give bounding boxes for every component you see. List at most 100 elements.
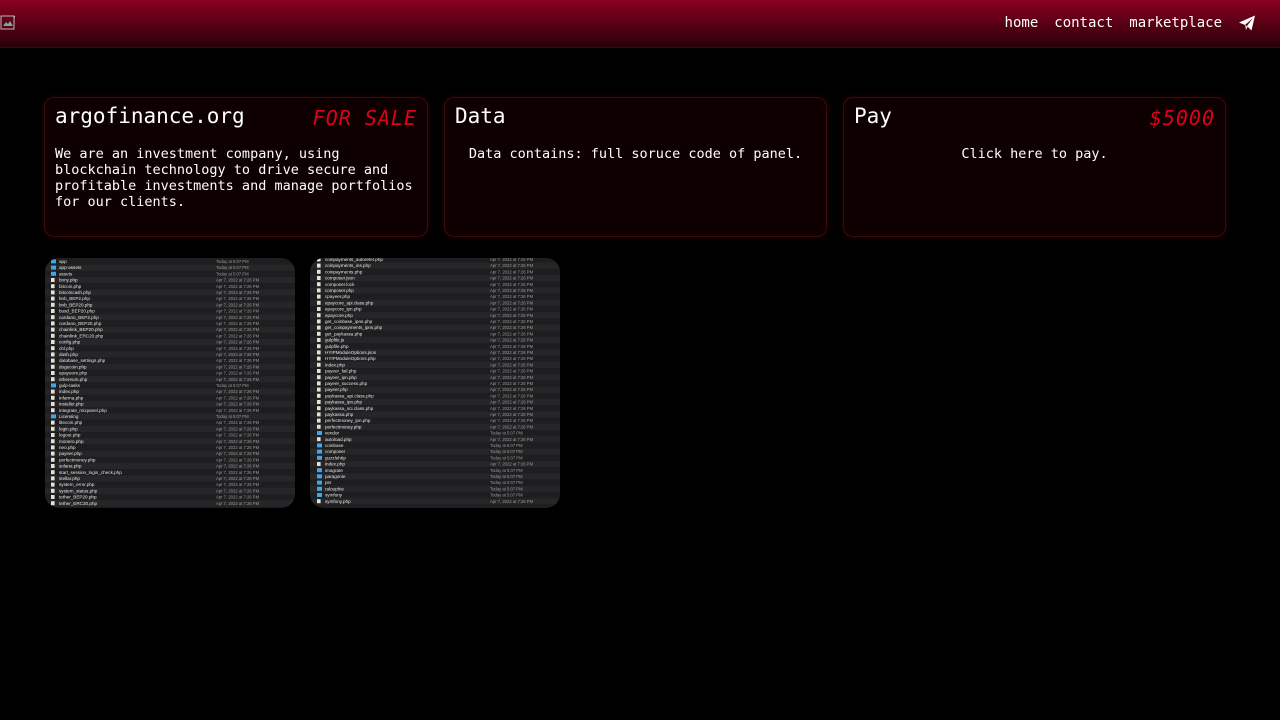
nav-link-home[interactable]: home — [1005, 15, 1039, 31]
folder-icon — [51, 271, 56, 276]
file-name: gulpfile.php — [325, 344, 349, 349]
file-name: stellar.php — [59, 476, 80, 481]
file-row: index.php Apr 7, 2022 at 7:26 PM — [45, 388, 295, 395]
folder-icon — [317, 455, 322, 460]
file-date: Apr 7, 2022 at 7:26 PM — [216, 488, 260, 493]
file-icon — [317, 338, 321, 342]
file-date: Apr 7, 2022 at 7:26 PM — [490, 418, 534, 423]
file-row: bitcoin.php Apr 7, 2022 at 7:26 PM — [45, 283, 295, 290]
file-date: Today at 5:07 PM — [490, 480, 523, 485]
listing-title: argofinance.org — [55, 104, 245, 128]
file-row: payeer.php Apr 7, 2022 at 7:26 PM — [45, 450, 295, 457]
file-icon — [317, 462, 321, 466]
file-icon — [51, 457, 55, 462]
file-date: Today at 5:07 PM — [490, 443, 523, 448]
file-icon — [317, 263, 321, 268]
file-name: bitcoincash.php — [59, 290, 91, 295]
file-name: vendor — [325, 431, 340, 436]
file-name: get_paykassa.php — [325, 331, 363, 336]
file-row: HYIPModuleOptions.json Apr 7, 2022 at 7:2… — [310, 349, 560, 356]
file-name: cardano_BEP20.php — [59, 321, 102, 326]
file-name: composer — [325, 449, 346, 454]
file-name: payeer.php — [325, 387, 348, 392]
file-date: Apr 7, 2022 at 7:26 PM — [490, 400, 534, 405]
file-row: coinpayments.php Apr 7, 2022 at 7:26 PM — [310, 268, 560, 275]
file-date: Today at 5:07 PM — [216, 265, 249, 270]
file-list-screenshot-2[interactable]: coinpayments_autorefer.php Apr 7, 2022 at… — [310, 258, 560, 508]
file-name: ethereum.php — [59, 377, 88, 382]
nav-link-marketplace[interactable]: marketplace — [1129, 15, 1222, 31]
file-name: logout.php — [59, 433, 81, 438]
pay-link[interactable]: Click here to pay. — [854, 146, 1215, 162]
file-date: Apr 7, 2022 at 7:26 PM — [490, 307, 534, 312]
file-row: payeer_fail.php Apr 7, 2022 at 7:26 PM — [310, 368, 560, 375]
file-row: app Today at 5:07 PM — [45, 258, 295, 265]
file-name: paykassa_api.class.php — [325, 393, 374, 398]
file-name: epaycore_ipn.php — [325, 307, 362, 312]
file-icon — [317, 325, 321, 330]
paper-plane-icon[interactable] — [1238, 14, 1256, 32]
file-icon — [317, 369, 321, 373]
file-name: symfony — [325, 493, 343, 498]
file-date: Apr 7, 2022 at 7:26 PM — [216, 296, 260, 301]
file-icon — [317, 387, 321, 392]
file-row: guzzlehttp Today at 5:07 PM — [310, 454, 560, 461]
file-date: Today at 5:07 PM — [490, 431, 523, 436]
file-row: coinpayments_ins.php Apr 7, 2022 at 7:26 … — [310, 262, 560, 269]
file-name: bnny.php — [59, 278, 78, 283]
file-name: paykassa_sci.class.php — [325, 406, 374, 411]
file-name: epaycore_api.class.php — [325, 300, 374, 305]
file-icon — [51, 302, 55, 307]
file-icon — [317, 393, 321, 398]
file-list-screenshot-1[interactable]: app Today at 5:07 PM app-assets Today at 5:… — [45, 258, 295, 508]
file-date: Apr 7, 2022 at 7:26 PM — [216, 377, 260, 382]
file-name: paykassa.php — [325, 412, 354, 417]
folder-icon — [317, 443, 322, 448]
file-list-2: coinpayments_autorefer.php Apr 7, 2022 at… — [310, 258, 560, 505]
file-name: epayeore.php — [59, 371, 88, 376]
broken-logo-image-icon[interactable] — [0, 15, 16, 31]
file-name: coinbase — [325, 443, 344, 448]
file-name: busd_BEP20.php — [59, 309, 95, 314]
file-name: paragonie — [325, 474, 346, 479]
file-row: config.php Apr 7, 2022 at 7:26 PM — [45, 339, 295, 346]
file-name: bitcoin.php — [59, 284, 82, 289]
file-date: Apr 7, 2022 at 7:26 PM — [490, 263, 534, 268]
file-name: gulpfile.js — [325, 338, 345, 343]
file-row: epaycore_api.class.php Apr 7, 2022 at 7:2… — [310, 299, 560, 306]
file-date: Today at 5:07 PM — [216, 259, 249, 264]
file-icon — [317, 406, 321, 411]
file-row: payeer_success.php Apr 7, 2022 at 7:26 PM — [310, 380, 560, 387]
file-date: Apr 7, 2022 at 7:26 PM — [490, 437, 534, 442]
file-date: Apr 7, 2022 at 7:26 PM — [216, 402, 260, 407]
file-date: Today at 5:07 PM — [490, 468, 523, 473]
file-row: get_coinpayments_ipns.php Apr 7, 2022 at … — [310, 324, 560, 331]
file-icon — [51, 377, 55, 382]
file-row: get_coinbase_ipns.php Apr 7, 2022 at 7:26… — [310, 318, 560, 325]
file-row: psr Today at 5:07 PM — [310, 479, 560, 486]
top-navbar: home contact marketplace — [0, 0, 1280, 48]
file-date: Apr 7, 2022 at 7:26 PM — [490, 300, 534, 305]
file-icon — [51, 488, 55, 493]
file-icon — [317, 258, 321, 262]
file-icon — [51, 352, 55, 357]
file-row: bnb_BEP20.php Apr 7, 2022 at 7:26 PM — [45, 301, 295, 308]
file-icon — [51, 470, 55, 475]
file-date: Apr 7, 2022 at 7:26 PM — [216, 464, 260, 469]
nav-link-contact[interactable]: contact — [1054, 15, 1113, 31]
file-date: Apr 7, 2022 at 7:26 PM — [490, 269, 534, 274]
file-row: cardano_BEP2.php Apr 7, 2022 at 7:26 PM — [45, 314, 295, 321]
file-row: dogecoin.php Apr 7, 2022 at 7:26 PM — [45, 363, 295, 370]
file-icon — [317, 307, 321, 311]
folder-icon — [317, 486, 322, 491]
file-name: paykassa_ipn.php — [325, 400, 362, 405]
file-row: perfectmoney.php Apr 7, 2022 at 7:26 PM — [310, 423, 560, 430]
file-row: paykassa.php Apr 7, 2022 at 7:26 PM — [310, 411, 560, 418]
file-row: gulpfile.js Apr 7, 2022 at 7:26 PM — [310, 337, 560, 344]
file-name: login.php — [59, 426, 78, 431]
file-row: get_paykassa.php Apr 7, 2022 at 7:26 PM — [310, 330, 560, 337]
file-icon — [51, 340, 55, 344]
file-date: Today at 5:07 PM — [490, 455, 523, 460]
file-date: Apr 7, 2022 at 7:26 PM — [216, 408, 260, 413]
pay-card[interactable]: Pay $5000 Click here to pay. — [843, 97, 1226, 237]
